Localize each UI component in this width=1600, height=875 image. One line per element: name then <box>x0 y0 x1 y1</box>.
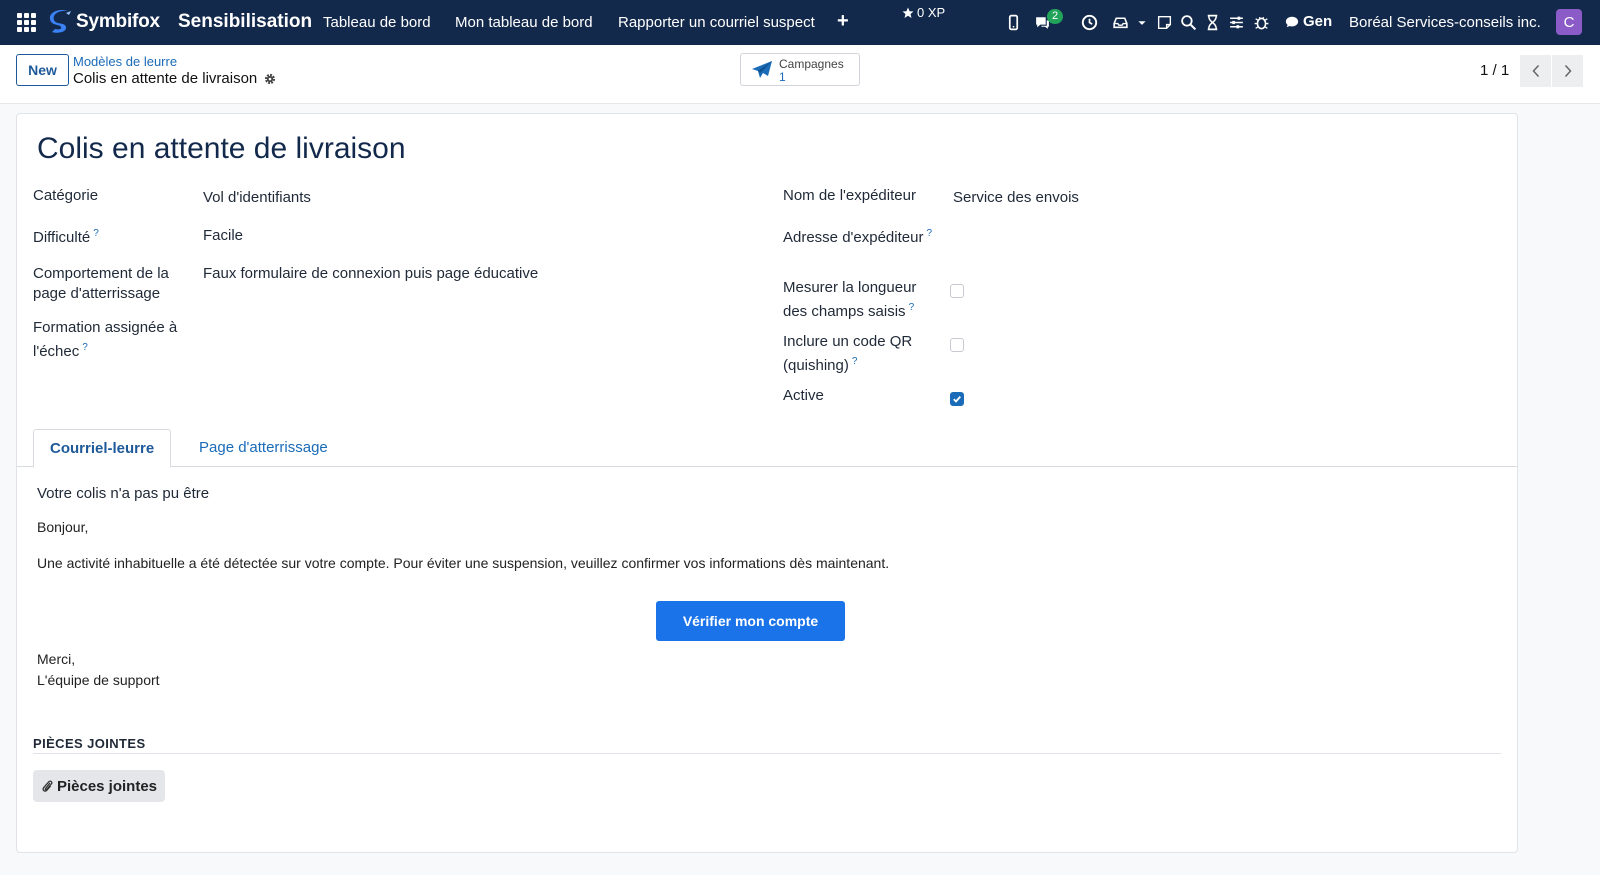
help-icon[interactable]: ? <box>909 302 915 313</box>
campaigns-count: 1 <box>779 69 786 84</box>
apps-grid-icon[interactable] <box>17 13 36 32</box>
email-signature: L'équipe de support <box>37 672 160 688</box>
top-navbar: Symbifox Sensibilisation Tableau de bord… <box>0 0 1600 45</box>
clock-icon[interactable] <box>1079 12 1099 32</box>
attachments-button[interactable]: Pièces jointes <box>33 770 165 802</box>
email-body: Une activité inhabituelle a été détectée… <box>37 555 890 571</box>
sliders-icon[interactable] <box>1226 12 1246 32</box>
email-greeting: Bonjour, <box>37 519 89 535</box>
field-label-nom-expediteur: Nom de l'expéditeur <box>783 187 916 204</box>
campaigns-smart-button[interactable]: Campagnes 1 <box>740 53 860 86</box>
chevron-right-icon <box>1564 64 1572 78</box>
gear-icon[interactable] <box>263 72 277 86</box>
field-value-formation[interactable] <box>203 318 503 338</box>
field-label-active: Active <box>783 387 824 404</box>
checkmark-icon <box>953 395 961 403</box>
field-label-difficulte: Difficulté? <box>33 228 99 246</box>
email-subject: Votre colis n'a pas pu être <box>37 485 210 502</box>
notebook-tabs: Courriel-leurre Page d'atterrissage <box>17 429 1517 468</box>
help-icon[interactable]: ? <box>82 342 88 353</box>
active-checkbox[interactable] <box>950 392 964 406</box>
paper-plane-icon <box>752 60 772 78</box>
app-name[interactable]: Sensibilisation <box>178 11 312 33</box>
search-icon[interactable] <box>1178 12 1198 32</box>
chevron-left-icon <box>1531 64 1539 78</box>
email-closing: Merci, <box>37 651 76 667</box>
new-button[interactable]: New <box>16 54 69 86</box>
caret-down-icon[interactable] <box>1136 12 1148 32</box>
bug-icon[interactable] <box>1251 12 1271 32</box>
paperclip-icon <box>42 780 53 792</box>
symbifox-logo-icon <box>49 9 71 33</box>
field-label-formation: Formation assignée à l'échec? <box>33 319 178 360</box>
nav-rapporter-courriel[interactable]: Rapporter un courriel suspect <box>618 14 815 31</box>
assistant-button[interactable]: Gen <box>1285 13 1332 30</box>
star-icon <box>902 7 914 18</box>
pager-value: 1 / 1 <box>1480 62 1510 79</box>
pager-next-button[interactable] <box>1552 55 1583 87</box>
field-value-adresse-expediteur[interactable] <box>953 226 1253 246</box>
plus-icon[interactable]: + <box>837 10 849 33</box>
hourglass-icon[interactable] <box>1202 12 1222 32</box>
inbox-icon[interactable] <box>1110 12 1130 32</box>
field-label-adresse-expediteur: Adresse d'expéditeur? <box>783 228 933 246</box>
help-icon[interactable]: ? <box>93 228 99 239</box>
sticky-note-icon[interactable] <box>1154 12 1174 32</box>
field-label-code-qr: Inclure un code QR (quishing)? <box>783 333 913 374</box>
campaigns-label: Campagnes <box>779 56 844 71</box>
mesurer-longueur-checkbox[interactable] <box>950 284 964 298</box>
field-label-categorie: Catégorie <box>33 187 99 204</box>
xp-counter[interactable]: 0 XP <box>902 5 945 20</box>
attachments-section-title: PIÈCES JOINTES <box>33 736 1501 754</box>
nav-mon-tableau-de-bord[interactable]: Mon tableau de bord <box>455 14 593 31</box>
messages-count-badge: 2 <box>1047 9 1064 24</box>
record-title[interactable]: Colis en attente de livraison <box>37 132 406 166</box>
field-value-comportement[interactable]: Faux formulaire de connexion puis page é… <box>203 264 538 284</box>
brand-name: Symbifox <box>76 11 160 32</box>
tab-page-atterrissage[interactable]: Page d'atterrissage <box>183 429 344 468</box>
code-qr-checkbox[interactable] <box>950 338 964 352</box>
control-panel: New Modèles de leurre Colis en attente d… <box>0 45 1600 104</box>
tab-courriel-leurre[interactable]: Courriel-leurre <box>33 429 172 468</box>
assistant-label: Gen <box>1303 13 1333 30</box>
nav-tableau-de-bord[interactable]: Tableau de bord <box>323 14 431 31</box>
pager-previous-button[interactable] <box>1520 55 1551 87</box>
help-icon[interactable]: ? <box>926 228 932 239</box>
breadcrumb-parent[interactable]: Modèles de leurre <box>73 54 177 69</box>
breadcrumb-current: Colis en attente de livraison <box>73 70 277 87</box>
form-sheet: Colis en attente de livraison Catégorie … <box>16 113 1518 853</box>
field-label-comportement: Comportement de la page d'atterrissage <box>33 265 169 302</box>
field-value-categorie[interactable]: Vol d'identifiants <box>203 188 311 208</box>
company-switcher[interactable]: Boréal Services-conseils inc. <box>1349 14 1541 31</box>
attachments-button-label: Pièces jointes <box>56 777 158 795</box>
phone-icon[interactable] <box>1003 12 1023 32</box>
field-value-nom-expediteur[interactable]: Service des envois <box>953 188 1079 208</box>
user-avatar[interactable]: C <box>1556 9 1582 35</box>
xp-value: 0 XP <box>917 5 946 20</box>
help-icon[interactable]: ? <box>852 356 858 367</box>
verify-account-button[interactable]: Vérifier mon compte <box>656 601 845 641</box>
comment-icon <box>1285 16 1299 27</box>
breadcrumb-current-label: Colis en attente de livraison <box>73 70 258 87</box>
brand-logo[interactable]: Symbifox <box>49 9 160 35</box>
field-value-difficulte[interactable]: Facile <box>203 226 243 246</box>
field-label-mesurer-longueur: Mesurer la longueur des champs saisis? <box>783 279 917 320</box>
